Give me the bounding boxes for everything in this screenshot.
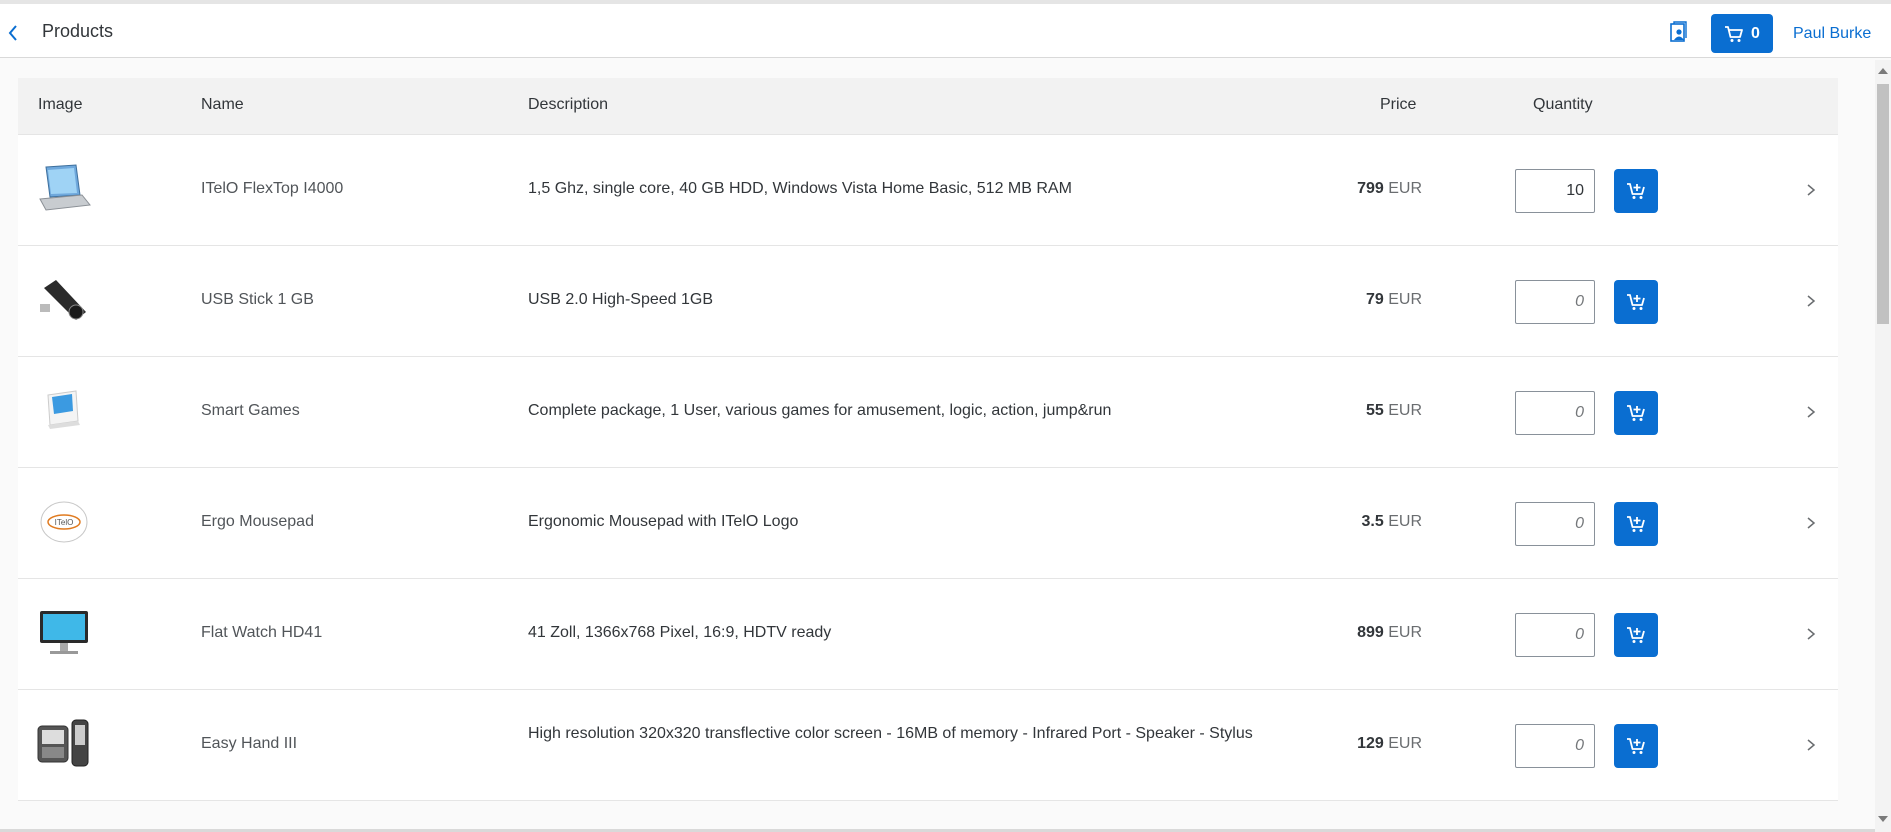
quantity-input[interactable] bbox=[1515, 391, 1595, 435]
product-price: 55 EUR bbox=[1366, 402, 1422, 420]
mousepad-image: ITelO bbox=[36, 496, 92, 548]
add-to-cart-button[interactable] bbox=[1614, 391, 1658, 435]
product-price: 79 EUR bbox=[1366, 291, 1422, 309]
product-description: Ergonomic Mousepad with ITelO Logo bbox=[528, 513, 799, 530]
product-description: High resolution 320x320 transflective co… bbox=[528, 725, 1253, 742]
pda-image bbox=[36, 718, 92, 770]
chevron-right-icon[interactable] bbox=[1804, 291, 1818, 311]
table-row[interactable]: Easy Hand III High resolution 320x320 tr… bbox=[18, 690, 1838, 801]
product-price: 3.5 EUR bbox=[1362, 513, 1422, 531]
chevron-right-icon[interactable] bbox=[1804, 180, 1818, 200]
price-currency: EUR bbox=[1388, 735, 1422, 752]
price-currency: EUR bbox=[1388, 513, 1422, 530]
user-name-link[interactable]: Paul Burke bbox=[1793, 25, 1871, 43]
product-price: 129 EUR bbox=[1357, 735, 1422, 753]
software-box-image bbox=[36, 385, 92, 437]
price-currency: EUR bbox=[1388, 291, 1422, 308]
add-to-cart-icon bbox=[1627, 183, 1645, 199]
svg-text:ITelO: ITelO bbox=[55, 518, 74, 527]
document-user-icon bbox=[1670, 21, 1687, 42]
page-title: Products bbox=[42, 21, 114, 41]
chevron-right-icon[interactable] bbox=[1804, 402, 1818, 422]
chevron-right-icon[interactable] bbox=[1804, 624, 1818, 644]
price-currency: EUR bbox=[1388, 624, 1422, 641]
table-row[interactable]: ITelO Ergo Mousepad Ergonomic Mousepad w… bbox=[18, 468, 1838, 579]
quantity-input[interactable] bbox=[1515, 613, 1595, 657]
document-user-button[interactable] bbox=[1668, 21, 1690, 45]
back-button[interactable] bbox=[2, 18, 26, 48]
quantity-input[interactable] bbox=[1515, 724, 1595, 768]
column-header-image: Image bbox=[38, 96, 83, 113]
usb-stick-image bbox=[36, 274, 92, 326]
add-to-cart-icon bbox=[1627, 516, 1645, 532]
quantity-input[interactable] bbox=[1515, 169, 1595, 213]
column-header-quantity: Quantity bbox=[1533, 96, 1593, 113]
add-to-cart-icon bbox=[1627, 738, 1645, 754]
table-header: Image Name Description Price Quantity bbox=[18, 78, 1838, 135]
product-name: Ergo Mousepad bbox=[201, 513, 314, 530]
product-description: Complete package, 1 User, various games … bbox=[528, 402, 1112, 419]
column-header-name: Name bbox=[201, 96, 244, 113]
product-description: USB 2.0 High-Speed 1GB bbox=[528, 291, 713, 308]
products-table: Image Name Description Price Quantity IT… bbox=[18, 78, 1838, 801]
add-to-cart-button[interactable] bbox=[1614, 502, 1658, 546]
laptop-image bbox=[36, 163, 92, 215]
product-price: 899 EUR bbox=[1357, 624, 1422, 642]
price-value: 129 bbox=[1357, 735, 1384, 752]
table-row[interactable]: ITelO FlexTop I4000 1,5 Ghz, single core… bbox=[18, 135, 1838, 246]
add-to-cart-icon bbox=[1627, 627, 1645, 643]
vertical-scrollbar[interactable] bbox=[1875, 60, 1891, 832]
cart-icon bbox=[1725, 25, 1743, 42]
quantity-input[interactable] bbox=[1515, 280, 1595, 324]
price-currency: EUR bbox=[1388, 180, 1422, 197]
shell-bar: Products 0 Paul Burke bbox=[0, 0, 1891, 58]
product-description: 41 Zoll, 1366x768 Pixel, 16:9, HDTV read… bbox=[528, 624, 832, 641]
product-name: USB Stick 1 GB bbox=[201, 291, 314, 308]
product-name: Smart Games bbox=[201, 402, 300, 419]
column-header-description: Description bbox=[528, 96, 609, 113]
add-to-cart-button[interactable] bbox=[1614, 613, 1658, 657]
price-currency: EUR bbox=[1388, 402, 1422, 419]
scrollbar-thumb[interactable] bbox=[1877, 84, 1889, 324]
price-value: 55 bbox=[1365, 402, 1384, 419]
product-name: Flat Watch HD41 bbox=[201, 624, 323, 641]
quantity-input[interactable] bbox=[1515, 502, 1595, 546]
add-to-cart-button[interactable] bbox=[1614, 724, 1658, 768]
add-to-cart-icon bbox=[1627, 405, 1645, 421]
monitor-image bbox=[36, 607, 92, 659]
scroll-up-arrow-icon[interactable] bbox=[1878, 68, 1888, 74]
table-row[interactable]: Smart Games Complete package, 1 User, va… bbox=[18, 357, 1838, 468]
price-value: 899 bbox=[1357, 624, 1384, 641]
cart-count: 0 bbox=[1751, 24, 1760, 42]
chevron-left-icon bbox=[8, 25, 17, 41]
product-name: Easy Hand III bbox=[201, 735, 298, 752]
price-value: 3.5 bbox=[1361, 513, 1384, 530]
table-row[interactable]: USB Stick 1 GB USB 2.0 High-Speed 1GB 79… bbox=[18, 246, 1838, 357]
scroll-down-arrow-icon[interactable] bbox=[1878, 816, 1888, 822]
add-to-cart-button[interactable] bbox=[1614, 280, 1658, 324]
add-to-cart-icon bbox=[1627, 294, 1645, 310]
add-to-cart-button[interactable] bbox=[1614, 169, 1658, 213]
table-row[interactable]: Flat Watch HD41 41 Zoll, 1366x768 Pixel,… bbox=[18, 579, 1838, 690]
chevron-right-icon[interactable] bbox=[1804, 513, 1818, 533]
shopping-cart-button[interactable]: 0 bbox=[1711, 14, 1773, 53]
price-value: 79 bbox=[1365, 291, 1384, 308]
product-price: 799 EUR bbox=[1357, 180, 1422, 198]
price-value: 799 bbox=[1357, 180, 1384, 197]
product-description: 1,5 Ghz, single core, 40 GB HDD, Windows… bbox=[528, 180, 1072, 197]
product-name: ITelO FlexTop I4000 bbox=[201, 180, 344, 197]
chevron-right-icon[interactable] bbox=[1804, 735, 1818, 755]
column-header-price: Price bbox=[1380, 96, 1417, 113]
